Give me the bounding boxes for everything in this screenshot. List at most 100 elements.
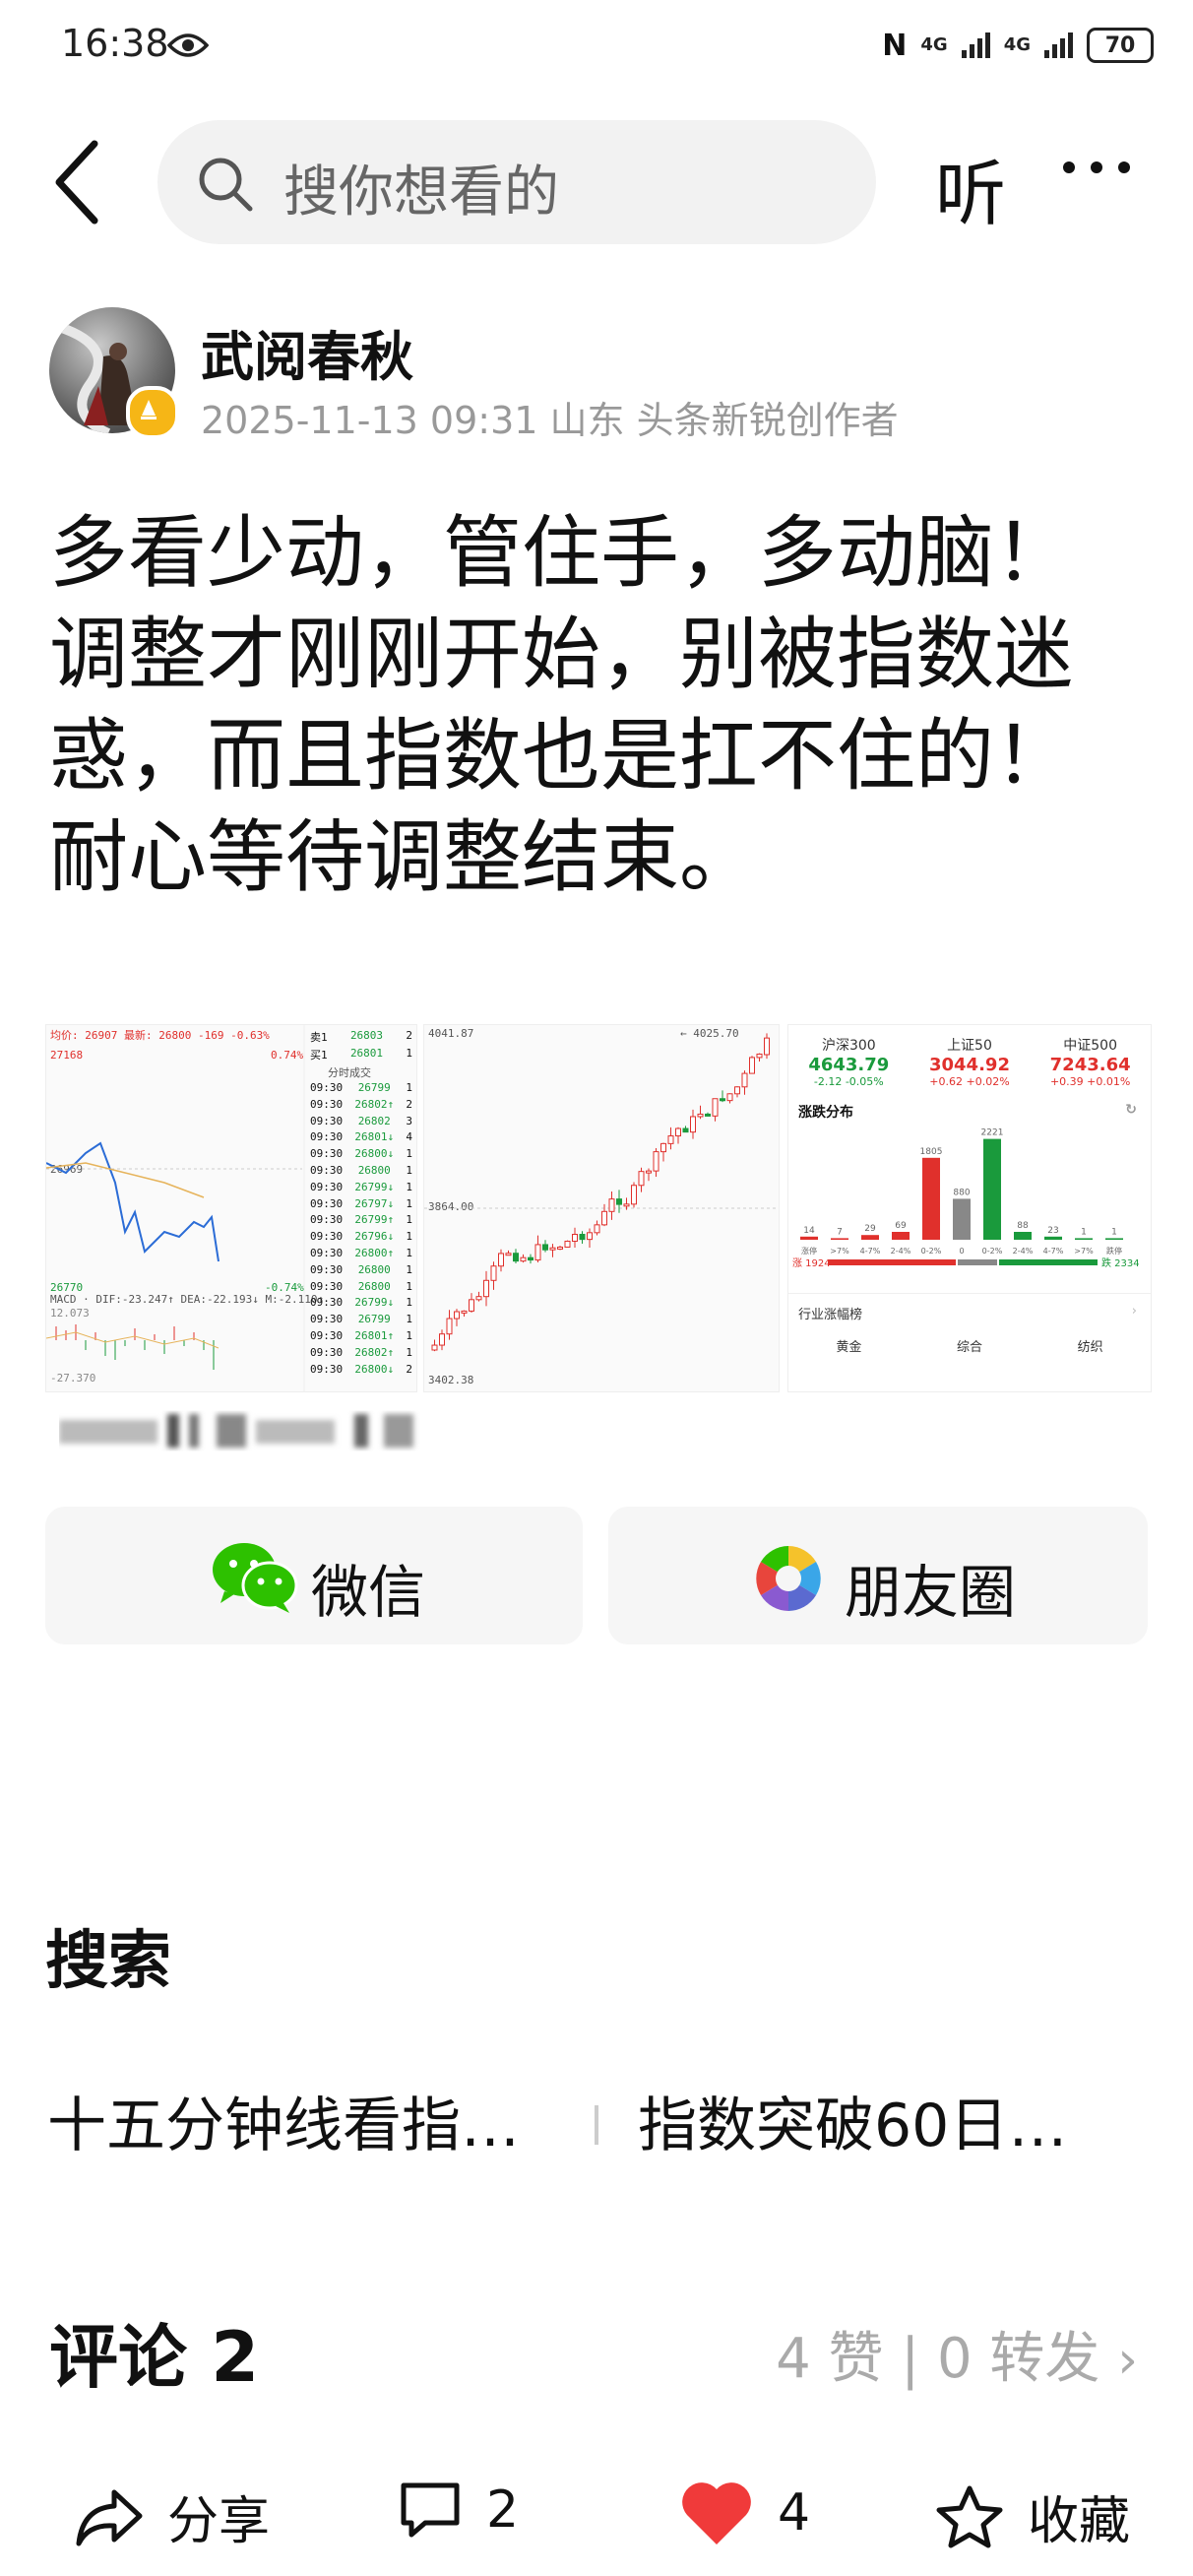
- search-suggestion[interactable]: 指数突破60日…: [638, 2078, 1067, 2163]
- candle: [749, 1057, 755, 1074]
- post-image-2[interactable]: 4041.87 ← 4025.70 3864.00 3402.38: [423, 1024, 780, 1392]
- candle: [528, 1256, 534, 1261]
- dist-label: >7%: [830, 1247, 849, 1256]
- candle: [490, 1265, 497, 1281]
- tick-row: 09:30 26800↓ 1: [304, 1146, 416, 1163]
- macd-bars: [55, 1324, 215, 1370]
- dist-count: 1: [1111, 1227, 1117, 1237]
- chevron-right-icon: ›: [1131, 1304, 1137, 1319]
- tick-price: 26802↑: [354, 1097, 395, 1111]
- tick-row: 09:30 26800 1: [304, 1163, 416, 1180]
- candle: [705, 1113, 711, 1117]
- candle: [631, 1185, 637, 1205]
- tick-row: 09:30 26799 1: [304, 1080, 416, 1097]
- listen-button[interactable]: 听: [935, 136, 1006, 239]
- dist-label: >7%: [1074, 1247, 1094, 1256]
- refresh-icon[interactable]: ↻: [1125, 1102, 1137, 1122]
- tick-time: 09:30: [310, 1196, 344, 1210]
- candle: [587, 1232, 593, 1241]
- search-placeholder: 搜你想看的: [283, 161, 559, 225]
- candle: [594, 1224, 600, 1234]
- tick-volume: 1: [406, 1246, 412, 1259]
- tick-time: 09:30: [310, 1081, 344, 1094]
- tick-price: 26801↓: [354, 1130, 395, 1144]
- star-icon: [936, 2485, 1003, 2547]
- candle-mid-left: 3864.00: [428, 1200, 473, 1213]
- tick-volume: 1: [406, 1163, 412, 1177]
- comment-icon: [401, 2482, 460, 2538]
- tick-price: 26800: [357, 1163, 391, 1177]
- post-body: 多看少动，管住手，多动脑！ 调整才刚刚开始，别被指数迷 惑，而且指数也是扛不住的…: [49, 502, 1152, 908]
- candle: [579, 1234, 586, 1241]
- tick-time: 09:30: [310, 1114, 344, 1127]
- dist-label: 0: [959, 1247, 964, 1256]
- dist-count: 880: [953, 1188, 970, 1197]
- author-name[interactable]: 武阅春秋: [201, 313, 413, 391]
- candle: [616, 1198, 622, 1205]
- back-arrow-icon[interactable]: [51, 138, 100, 226]
- more-options-icon[interactable]: [1063, 161, 1130, 173]
- search-suggestion[interactable]: 十五分钟线看指…: [47, 2078, 520, 2163]
- dist-title: 涨跌分布: [798, 1105, 853, 1121]
- tick-row: 09:30 26799↓ 1: [304, 1180, 416, 1196]
- candle: [520, 1256, 527, 1262]
- tick-row: 09:30 26800↑ 1: [304, 1246, 416, 1262]
- status-bar: 16:38 N 4G 4G 70: [0, 0, 1193, 98]
- candle: [690, 1116, 696, 1133]
- dist-count: 14: [803, 1226, 815, 1236]
- tick-row: 09:30 26799↓ 1: [304, 1295, 416, 1312]
- candle: [431, 1344, 438, 1351]
- index-name: 沪深300: [821, 1038, 876, 1054]
- industry-item: 综合: [956, 1340, 982, 1355]
- status-time: 16:38: [61, 22, 169, 65]
- index-change: -2.12 -0.05%: [813, 1075, 884, 1088]
- candle: [446, 1318, 453, 1335]
- candle: [675, 1127, 681, 1137]
- favorite-action[interactable]: 收藏: [935, 2479, 1130, 2553]
- tick-time: 09:30: [310, 1180, 344, 1193]
- comment-action[interactable]: 2: [398, 2479, 519, 2541]
- candle-top-left: 4041.87: [428, 1027, 473, 1040]
- like-action[interactable]: 4: [679, 2479, 810, 2546]
- comments-stats[interactable]: 4 赞 | 0 转发 ›: [776, 2314, 1138, 2394]
- index-change: +0.62 +0.02%: [929, 1075, 1010, 1088]
- candle: [756, 1053, 763, 1059]
- share-action[interactable]: 分享: [75, 2479, 270, 2553]
- tick-price: 26799: [357, 1081, 391, 1094]
- tick-time: 09:30: [310, 1213, 344, 1227]
- share-icon: [76, 2489, 143, 2545]
- macd-top: 12.073: [50, 1307, 90, 1320]
- industry-header[interactable]: 行业涨幅榜 ›: [788, 1293, 1151, 1322]
- candle: [483, 1279, 489, 1298]
- share-wechat-button[interactable]: 微信: [45, 1507, 583, 1644]
- dist-bar: [953, 1198, 971, 1240]
- tick-time: 09:30: [310, 1130, 344, 1144]
- share-moments-button[interactable]: 朋友圈: [608, 1507, 1148, 1644]
- index-change: +0.39 +0.01%: [1049, 1075, 1131, 1088]
- distribution-chart: 14 涨停 7 >7% 29 4-7% 69 2-4% 1805 0-2% 880 0 2221 0-2%…: [792, 1128, 1140, 1269]
- tick-time: 09:30: [310, 1163, 344, 1177]
- candle-top-right: ← 4025.70: [680, 1027, 739, 1040]
- tick-row: 09:30 26802 3: [304, 1114, 416, 1130]
- dist-bar: [983, 1138, 1001, 1240]
- dist-count: 1805: [920, 1147, 943, 1157]
- intraday-high-pct: 0.74%: [271, 1049, 303, 1062]
- candle: [608, 1198, 615, 1212]
- tick-time: 09:30: [310, 1147, 344, 1161]
- tick-volume: 1: [406, 1313, 412, 1326]
- dist-label: 0-2%: [921, 1247, 942, 1256]
- post-image-3[interactable]: 沪深300 4643.79 -2.12 -0.05% 上证50 3044.92 …: [787, 1024, 1152, 1392]
- candle: [513, 1253, 519, 1262]
- search-bar[interactable]: 搜你想看的: [157, 120, 876, 244]
- buy-row: 买1 26801 1: [304, 1045, 416, 1063]
- tick-time: 09:30: [310, 1313, 344, 1326]
- post-line: 惑，而且指数也是扛不住的！: [49, 710, 1073, 802]
- dist-count: 88: [1017, 1221, 1029, 1231]
- heart-icon: [682, 2482, 751, 2544]
- tick-row: 09:30 26800 1: [304, 1279, 416, 1296]
- nfc-icon: N: [882, 28, 908, 63]
- post-image-1[interactable]: 均价: 26907 最新: 26800 -169 -0.63% 27168 0.…: [45, 1024, 417, 1392]
- dist-bar: [1044, 1236, 1062, 1240]
- industry-row: 黄金 综合 纺织: [788, 1322, 1151, 1355]
- candle: [557, 1246, 563, 1250]
